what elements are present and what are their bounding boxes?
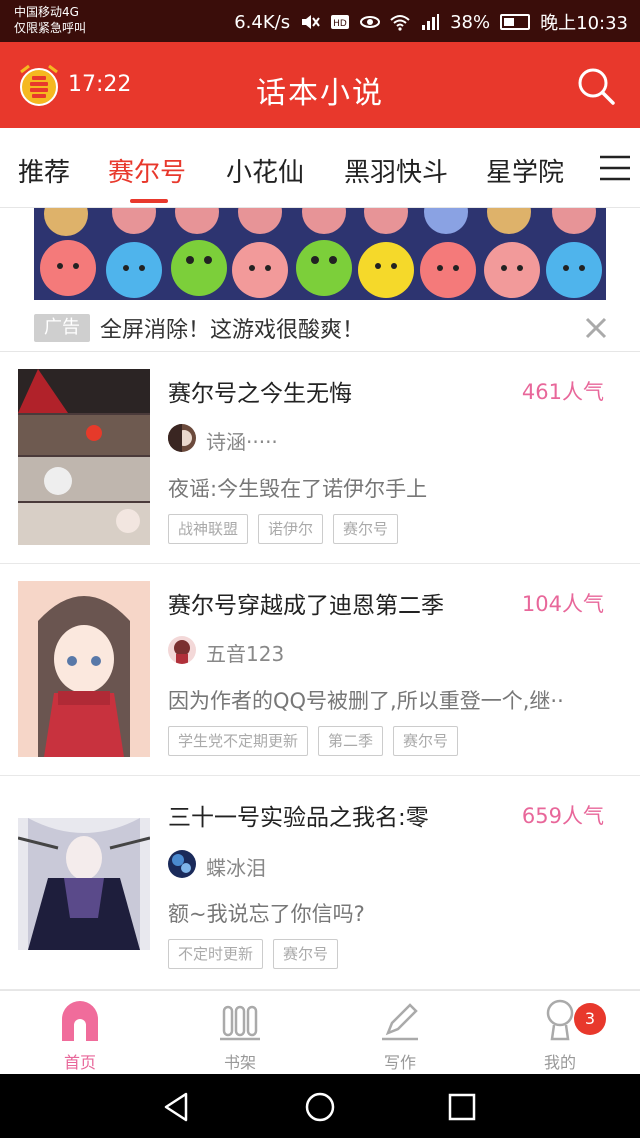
book-tag[interactable]: 战神联盟	[168, 514, 249, 544]
net-speed: 6.4K/s	[234, 11, 291, 33]
book-description: 因为作者的QQ号被删了,所以重登一个,继··	[168, 689, 564, 713]
ad-info-row[interactable]: 广告 全屏消除！这游戏很酸爽！	[0, 306, 640, 352]
eye-icon	[360, 16, 381, 28]
book-tags: 学生党不定期更新 第二季 赛尔号	[168, 726, 459, 756]
book-cover	[18, 818, 150, 950]
home-icon	[62, 1001, 98, 1041]
book-tag[interactable]: 赛尔号	[333, 514, 399, 544]
system-navigation-bar	[0, 1074, 640, 1138]
menu-icon[interactable]	[600, 154, 630, 182]
battery-percent: 38%	[450, 11, 491, 33]
book-description: 额~我说忘了你信吗?	[168, 902, 365, 926]
book-author: 蝶冰泪	[206, 856, 266, 880]
close-icon[interactable]	[584, 316, 608, 340]
tab-xiaohuaxian[interactable]: 小花仙	[226, 152, 304, 189]
book-title: 赛尔号穿越成了迪恩第二季	[168, 593, 444, 619]
ad-banner-image[interactable]	[34, 208, 606, 300]
nav-profile-label: 我的	[543, 1053, 576, 1072]
bookshelf-icon	[220, 1005, 260, 1041]
nav-home-label: 首页	[63, 1053, 96, 1072]
carrier-name: 中国移动4G	[14, 5, 79, 19]
signal-icon	[422, 14, 440, 30]
status-bar: 中国移动4G 仅限紧急呼叫 6.4K/s HD 38% 晚上10:33	[0, 0, 640, 42]
book-author: 诗涵·····	[206, 430, 278, 454]
nav-home[interactable]: 首页	[0, 991, 160, 1075]
book-popularity: 104人气	[521, 592, 604, 616]
book-title: 赛尔号之今生无悔	[168, 381, 352, 407]
book-cover	[18, 369, 150, 545]
book-tags: 战神联盟 诺伊尔 赛尔号	[168, 514, 399, 544]
wifi-icon	[390, 15, 410, 31]
book-card[interactable]: 三十一号实验品之我名:零 659人气 蝶冰泪 额~我说忘了你信吗? 不定时更新 …	[0, 776, 640, 990]
active-tab-indicator	[130, 199, 168, 203]
book-tag[interactable]: 诺伊尔	[258, 514, 324, 544]
book-tag[interactable]: 赛尔号	[273, 939, 339, 969]
book-description: 夜谣:今生毁在了诺伊尔手上	[168, 477, 428, 501]
book-tag[interactable]: 不定时更新	[168, 939, 264, 969]
book-card[interactable]: 赛尔号穿越成了迪恩第二季 104人气 五音123 因为作者的QQ号被删了,所以重…	[0, 564, 640, 776]
book-card[interactable]: 赛尔号之今生无悔 461人气 诗涵····· 夜谣:今生毁在了诺伊尔手上 战神联…	[0, 352, 640, 564]
status-icons: 6.4K/s HD 38% 晚上10:33	[234, 9, 628, 35]
book-tag[interactable]: 学生党不定期更新	[168, 726, 309, 756]
match-game-art	[34, 208, 606, 300]
nav-profile[interactable]: 3 我的	[480, 991, 640, 1075]
tab-heiyu-kuaidou[interactable]: 黑羽快斗	[344, 152, 448, 189]
author-avatar	[168, 850, 196, 878]
book-title: 三十一号实验品之我名:零	[168, 805, 429, 831]
book-author: 五音123	[206, 642, 285, 666]
book-tags: 不定时更新 赛尔号	[168, 939, 339, 969]
bottom-navigation: 首页 书架 写作 3 我的	[0, 990, 640, 1074]
app-header: 17:22 话本小说	[0, 42, 640, 128]
book-popularity: 461人气	[521, 380, 604, 404]
svg-text:HD: HD	[333, 19, 347, 29]
mute-icon	[302, 15, 320, 29]
author-avatar	[168, 636, 196, 664]
page-title: 话本小说	[256, 76, 384, 111]
carrier-info: 中国移动4G 仅限紧急呼叫	[14, 4, 86, 36]
nav-write-label: 写作	[383, 1053, 416, 1072]
nav-write[interactable]: 写作	[320, 991, 480, 1075]
tab-recommend[interactable]: 推荐	[18, 152, 70, 189]
emergency-only: 仅限紧急呼叫	[14, 21, 87, 35]
book-popularity: 659人气	[521, 804, 604, 828]
author-avatar	[168, 424, 196, 452]
category-tabs: 推荐 赛尔号 小花仙 黑羽快斗 星学院	[0, 128, 640, 208]
search-icon[interactable]	[576, 66, 616, 106]
battery-icon	[500, 14, 531, 30]
pen-icon	[382, 1003, 418, 1041]
book-cover	[18, 581, 150, 757]
back-icon[interactable]	[160, 1090, 194, 1124]
home-button-icon[interactable]	[303, 1090, 337, 1124]
book-tag[interactable]: 赛尔号	[393, 726, 459, 756]
ad-text: 全屏消除！这游戏很酸爽！	[100, 318, 365, 343]
ad-label: 广告	[34, 314, 90, 342]
notification-badge: 3	[574, 1003, 606, 1035]
nav-bookshelf-label: 书架	[223, 1053, 256, 1072]
recents-icon[interactable]	[445, 1090, 479, 1124]
tab-xingxueyuan[interactable]: 星学院	[486, 152, 564, 189]
tab-seer[interactable]: 赛尔号	[108, 152, 186, 189]
nav-bookshelf[interactable]: 书架	[160, 991, 320, 1075]
clock: 晚上10:33	[540, 13, 628, 34]
book-tag[interactable]: 第二季	[318, 726, 384, 756]
hd-icon: HD	[331, 15, 350, 29]
